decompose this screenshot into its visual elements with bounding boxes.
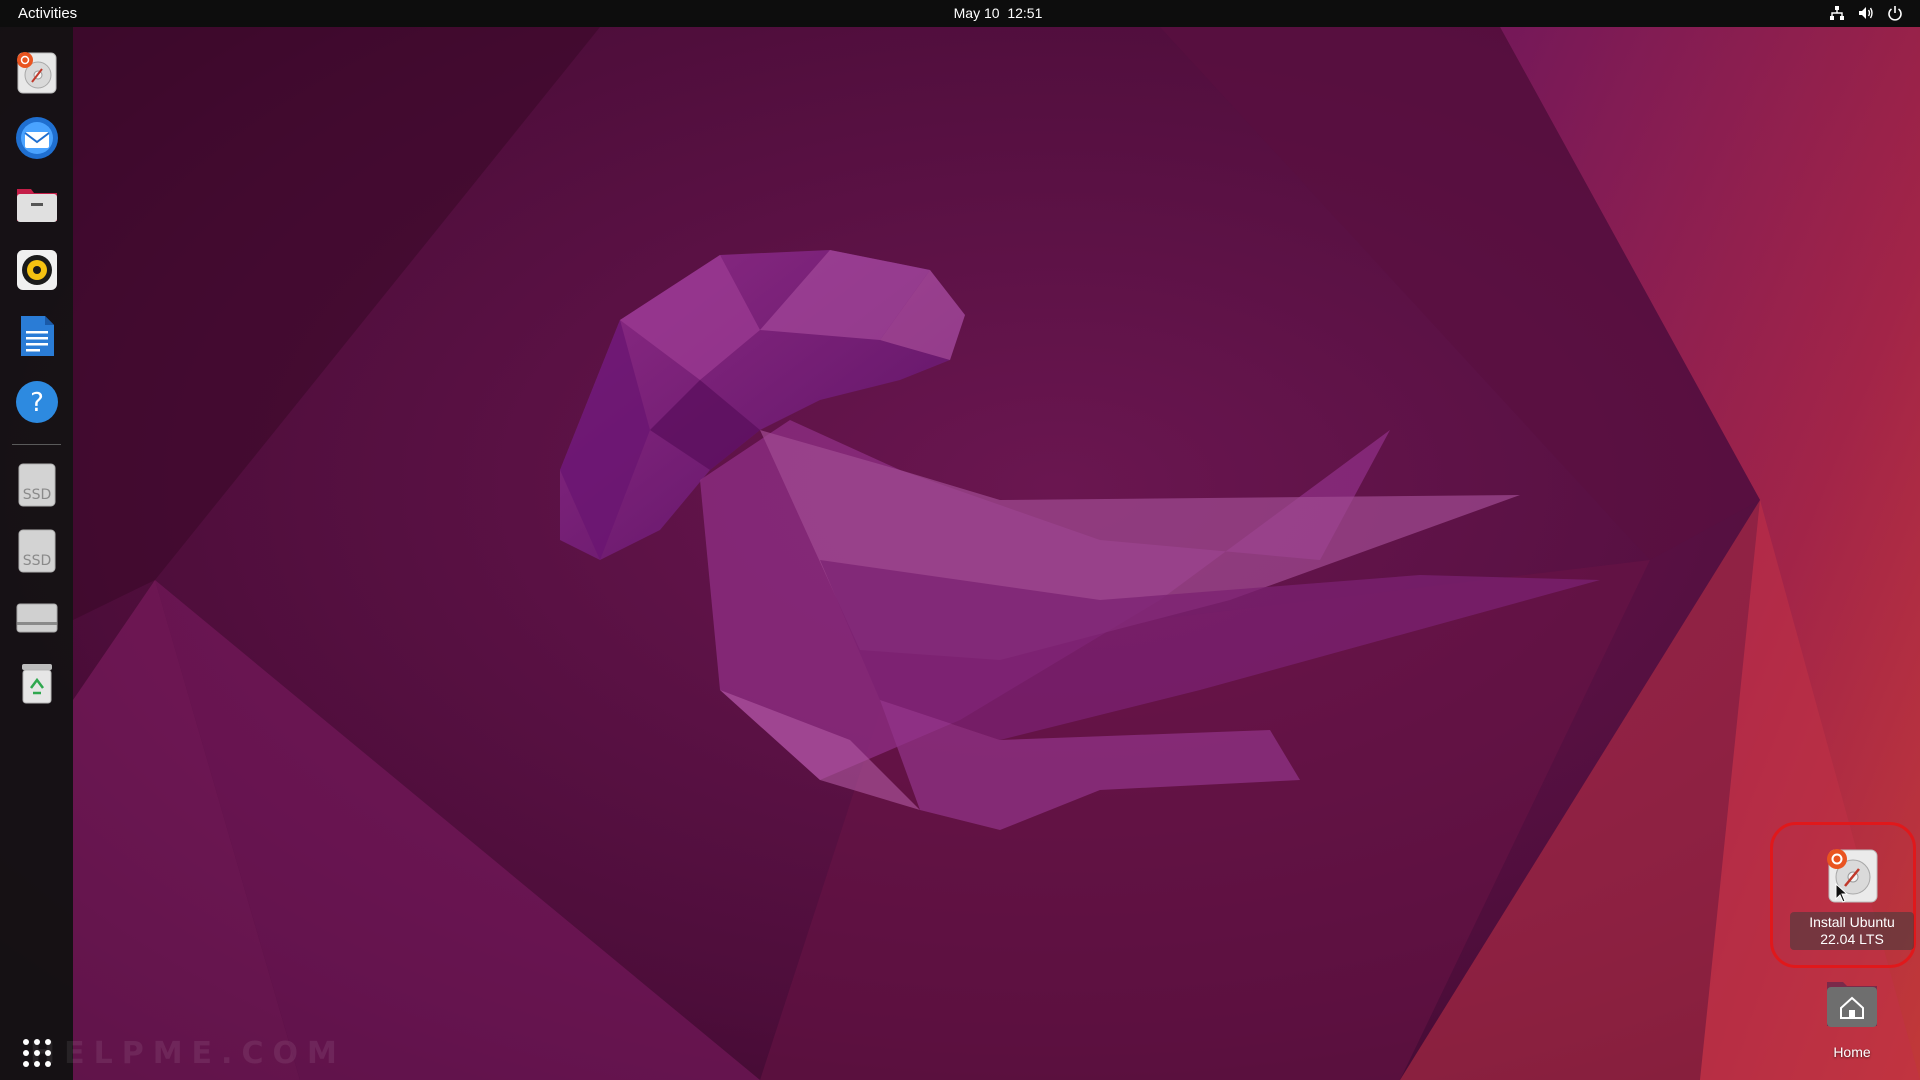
volume-icon[interactable]	[1857, 4, 1875, 22]
install-label-line2: 22.04 LTS	[1820, 931, 1884, 947]
writer-icon	[21, 316, 54, 356]
mouse-cursor-icon	[1835, 883, 1849, 903]
watermark: HELPME.COM	[30, 1036, 346, 1071]
dock-item-files[interactable]	[11, 178, 63, 230]
dock-separator	[12, 444, 61, 445]
svg-text:?: ?	[30, 388, 44, 418]
dock: ? SSD SSD	[0, 27, 73, 1080]
clock-button[interactable]: May 10 12:51	[954, 5, 1043, 21]
clock: May 10 12:51	[0, 5, 1920, 21]
ssd-icon: SSD	[18, 463, 56, 507]
desktop-icon-install-ubuntu[interactable]: Install Ubuntu 22.04 LTS	[1790, 846, 1914, 950]
desktop-icon-label: Install Ubuntu 22.04 LTS	[1790, 912, 1914, 950]
activities-button[interactable]: Activities	[18, 5, 77, 22]
power-icon[interactable]	[1886, 4, 1904, 22]
clock-time: 12:51	[1007, 5, 1043, 21]
dock-item-thunderbird[interactable]	[11, 112, 63, 164]
install-label-line1: Install Ubuntu	[1809, 914, 1895, 930]
thunderbird-icon	[16, 117, 58, 159]
rhythmbox-icon	[17, 250, 57, 290]
desktop-icon-home[interactable]: Home	[1800, 978, 1904, 1060]
desktop-wallpaper	[0, 0, 1920, 1080]
top-bar: Activities May 10 12:51	[0, 0, 1920, 27]
dock-item-install-ubuntu[interactable]	[11, 46, 63, 98]
dock-item-ssd-1[interactable]: SSD	[11, 459, 63, 511]
dock-item-help[interactable]: ?	[11, 376, 63, 428]
ssd-label: SSD	[23, 553, 52, 569]
dock-item-drive[interactable]	[11, 591, 63, 643]
drive-icon	[16, 603, 58, 633]
files-icon	[17, 189, 57, 222]
clock-date: May 10	[953, 5, 1000, 21]
help-icon: ?	[16, 381, 58, 423]
dock-item-trash[interactable]	[11, 657, 63, 709]
dock-item-ssd-2[interactable]: SSD	[11, 525, 63, 577]
home-folder-icon	[1827, 982, 1877, 1027]
dock-item-libreoffice-writer[interactable]	[11, 310, 63, 362]
trash-icon	[22, 664, 52, 704]
dock-item-rhythmbox[interactable]	[11, 244, 63, 296]
ssd-label: SSD	[23, 487, 52, 503]
home-label: Home	[1833, 1044, 1871, 1060]
network-icon[interactable]	[1828, 4, 1846, 22]
ssd-icon: SSD	[18, 529, 56, 573]
ubiquity-installer-icon	[17, 52, 57, 94]
ubiquity-installer-icon	[1827, 849, 1878, 903]
